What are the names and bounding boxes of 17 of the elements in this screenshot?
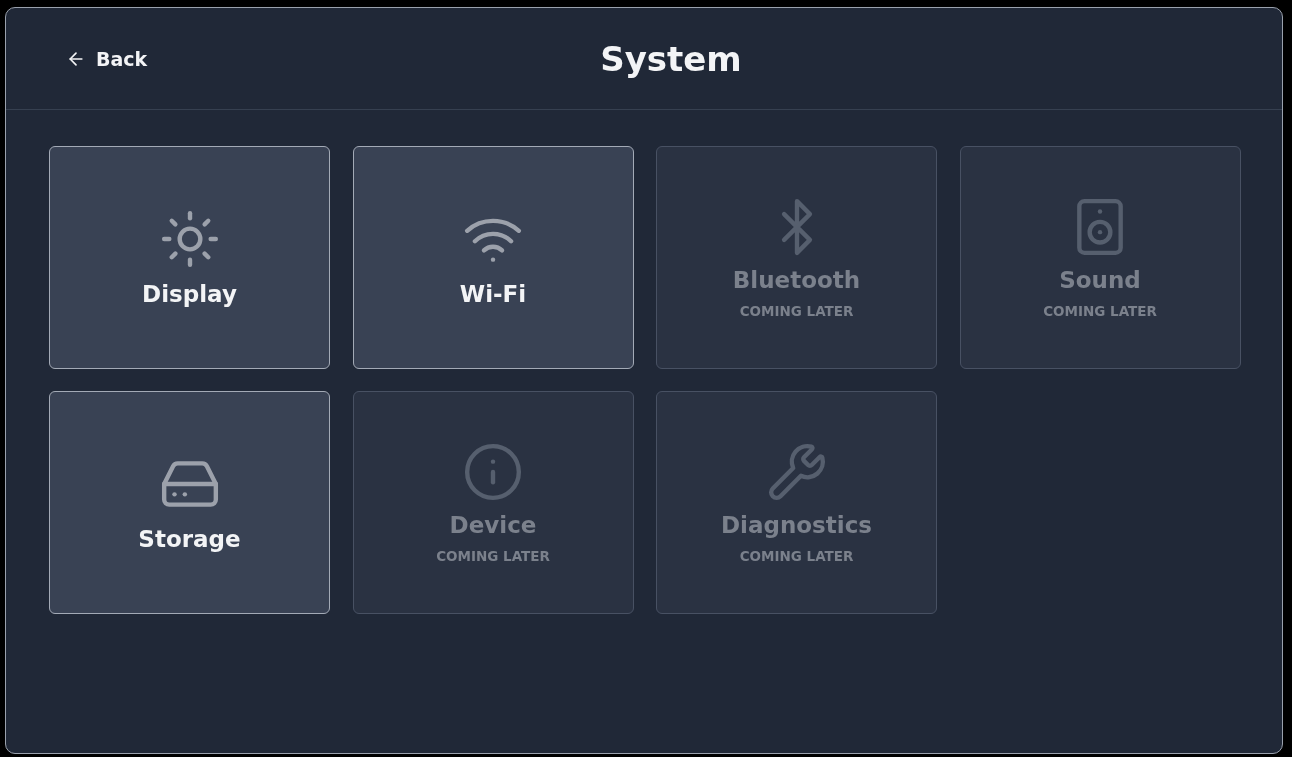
back-button[interactable]: Back xyxy=(60,43,154,74)
settings-tile[interactable]: Storage xyxy=(49,391,330,614)
tile-label: Diagnostics xyxy=(721,512,872,538)
tile-label: Device xyxy=(449,512,537,538)
coming-later-note: COMING LATER xyxy=(436,548,550,564)
tile-label: Storage xyxy=(138,526,241,552)
tile-label: Sound xyxy=(1059,267,1141,293)
settings-tile[interactable]: Wi-Fi xyxy=(352,146,634,369)
tile-label: Wi-Fi xyxy=(459,281,527,307)
tile-label: Display xyxy=(142,281,237,307)
page-title: System xyxy=(600,38,742,79)
info-icon xyxy=(462,441,524,503)
coming-later-note: COMING LATER xyxy=(1043,303,1157,319)
coming-later-note: COMING LATER xyxy=(739,303,854,319)
settings-tile[interactable]: Display xyxy=(49,146,330,369)
coming-later-note: COMING LATER xyxy=(739,548,854,564)
tile-label: Bluetooth xyxy=(732,267,861,293)
